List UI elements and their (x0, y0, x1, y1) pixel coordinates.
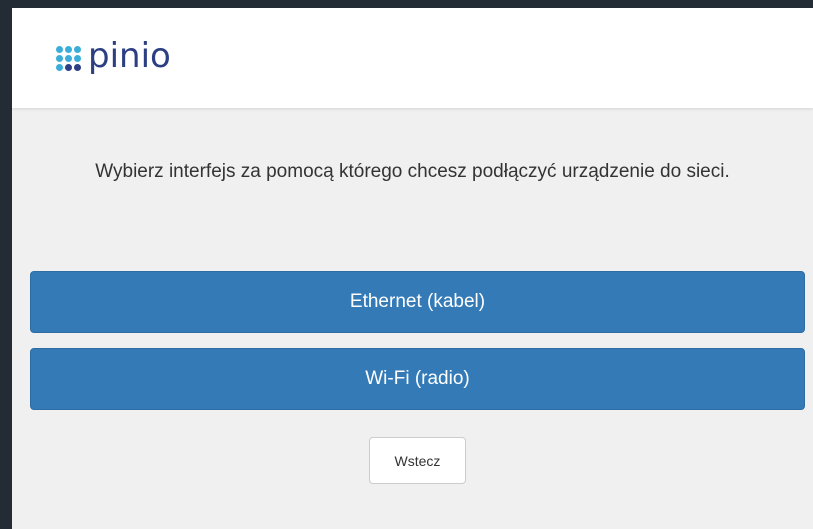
logo-dots-icon (56, 45, 81, 71)
logo-text: pinio (88, 36, 171, 76)
header: pinio (12, 8, 813, 108)
wifi-button[interactable]: Wi-Fi (radio) (30, 348, 805, 410)
app-window: pinio Wybierz interfejs za pomocą któreg… (12, 8, 813, 529)
instruction-text: Wybierz interfejs za pomocą którego chce… (95, 161, 730, 182)
pinio-logo: pinio (56, 36, 171, 76)
ethernet-button[interactable]: Ethernet (kabel) (30, 271, 805, 333)
back-button[interactable]: Wstecz (369, 437, 466, 484)
